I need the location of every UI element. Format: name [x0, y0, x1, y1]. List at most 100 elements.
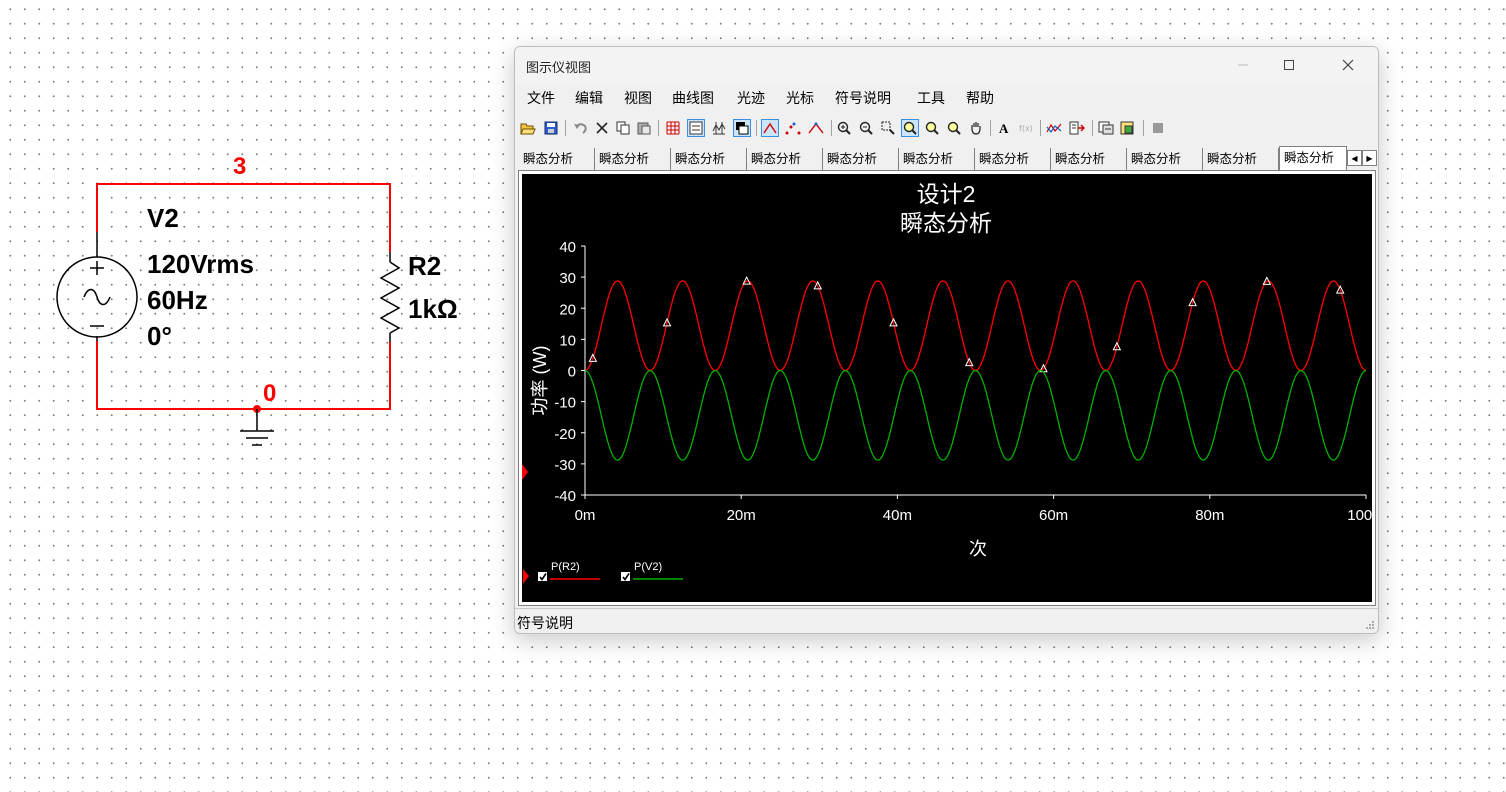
chart-title: 设计2: [917, 181, 976, 207]
x-tick-label: 60m: [1039, 507, 1068, 524]
menu-edit[interactable]: 编辑: [575, 88, 603, 108]
tab-transient-5[interactable]: 瞬态分析: [823, 148, 899, 170]
menu-tools[interactable]: 工具: [917, 88, 945, 108]
show-select-marks-button[interactable]: [761, 119, 779, 137]
zoom-y-icon: [947, 121, 961, 135]
menu-legend[interactable]: 符号说明: [835, 88, 891, 108]
menu-bar: 文件 编辑 视图 曲线图 光迹 光标 符号说明 工具 帮助: [515, 85, 1378, 109]
maximize-button[interactable]: [1266, 47, 1312, 83]
formula-button[interactable]: f(x): [1017, 119, 1035, 137]
tab-transient-1[interactable]: 瞬态分析: [519, 148, 595, 170]
net-label-ground[interactable]: 0: [263, 382, 276, 406]
wire-bottom[interactable]: [96, 341, 391, 410]
tab-transient-9[interactable]: 瞬态分析: [1127, 148, 1203, 170]
arrow-right-icon: ▶: [1366, 153, 1373, 163]
zoom-select-button[interactable]: [879, 119, 897, 137]
tab-transient-7[interactable]: 瞬态分析: [975, 148, 1051, 170]
resistor-value-label[interactable]: 1kΩ: [408, 296, 458, 322]
tab-transient-8[interactable]: 瞬态分析: [1051, 148, 1127, 170]
save-button[interactable]: [542, 119, 560, 137]
y-tick-label: -30: [554, 457, 576, 474]
x-tick-label: 0m: [575, 507, 596, 524]
schematic-canvas[interactable]: 3 0 V2 120Vrms 60Hz 0° R2 1kΩ: [0, 0, 500, 470]
svg-text:A: A: [999, 121, 1009, 135]
tab-transient-10[interactable]: 瞬态分析: [1203, 148, 1279, 170]
show-markers-icon: [808, 122, 824, 134]
tab-scroll-right-button[interactable]: ▶: [1362, 150, 1377, 166]
paste-graph-icon: [1120, 121, 1134, 135]
close-button[interactable]: [1325, 47, 1371, 83]
cursor-icon: [712, 122, 726, 135]
cursor-marker-icon: [522, 464, 528, 480]
open-button[interactable]: [519, 119, 537, 137]
tab-scroll-left-button[interactable]: ◀: [1347, 150, 1362, 166]
grapher-view-window[interactable]: 图示仪视图 文件 编辑 视图 曲线图 光迹 光标 符号说明 工具 帮助 A f(…: [514, 46, 1379, 634]
cursor-button[interactable]: [710, 119, 728, 137]
x-tick-label: 40m: [883, 507, 912, 524]
zoom-x-button[interactable]: [923, 119, 941, 137]
tab-transient-11-active[interactable]: 瞬态分析: [1279, 146, 1347, 170]
y-tick-label: 30: [559, 270, 576, 287]
tab-transient-4[interactable]: 瞬态分析: [747, 148, 823, 170]
menu-cursor[interactable]: 光标: [786, 88, 814, 108]
menu-view[interactable]: 视图: [624, 88, 652, 108]
copy-graph-icon: [1098, 121, 1114, 135]
save-icon: [544, 121, 558, 135]
toolbar: A f(x): [515, 117, 1378, 139]
zoom-out-icon: [859, 121, 873, 135]
overlay-traces-button[interactable]: [1045, 119, 1063, 137]
show-markers-button[interactable]: [807, 119, 825, 137]
grid-button[interactable]: [664, 119, 682, 137]
tab-transient-3[interactable]: 瞬态分析: [671, 148, 747, 170]
minimize-button[interactable]: [1220, 47, 1266, 83]
resistor-symbol[interactable]: [379, 252, 401, 342]
source-voltage-label[interactable]: 120Vrms: [147, 251, 254, 277]
zoom-in-button[interactable]: [835, 119, 853, 137]
ground-symbol[interactable]: [240, 409, 274, 446]
legend-icon: [689, 121, 703, 135]
text-button[interactable]: A: [995, 119, 1013, 137]
menu-help[interactable]: 帮助: [966, 88, 994, 108]
show-data-points-button[interactable]: [784, 119, 802, 137]
overlay-traces-icon: [1046, 123, 1062, 134]
show-data-points-icon: [785, 122, 801, 135]
resistor-name-label[interactable]: R2: [408, 253, 441, 279]
source-frequency-label[interactable]: 60Hz: [147, 287, 208, 313]
chart-subtitle: 瞬态分析: [900, 210, 992, 236]
menu-file[interactable]: 文件: [527, 88, 555, 108]
source-phase-label[interactable]: 0°: [147, 323, 172, 349]
zoom-full-button[interactable]: [901, 119, 919, 137]
stop-button[interactable]: [1149, 119, 1167, 137]
reverse-colors-icon: [736, 122, 749, 135]
wire-top[interactable]: [96, 183, 391, 252]
paste-graph-button[interactable]: [1119, 119, 1137, 137]
y-tick-label: -10: [554, 395, 576, 412]
tab-transient-6[interactable]: 瞬态分析: [899, 148, 975, 170]
close-icon: [1342, 59, 1354, 71]
copy-button[interactable]: [614, 119, 632, 137]
zoom-out-button[interactable]: [857, 119, 875, 137]
copy-graph-button[interactable]: [1097, 119, 1115, 137]
y-tick-label: 40: [559, 239, 576, 256]
tab-transient-2[interactable]: 瞬态分析: [595, 148, 671, 170]
ac-voltage-source-symbol[interactable]: [56, 256, 138, 338]
transient-chart[interactable]: 设计2 瞬态分析 40 30 20 10 0 -10 -20 -30 -40 0m 20m 40m 60m 8…: [522, 174, 1372, 602]
paste-button[interactable]: [635, 119, 653, 137]
y-axis-label: 功率 (W): [530, 346, 550, 416]
menu-trace[interactable]: 光迹: [737, 88, 765, 108]
cut-icon: [596, 122, 608, 134]
legend-button[interactable]: [687, 119, 705, 137]
status-bar: 符号说明: [515, 608, 1378, 633]
cut-button[interactable]: [593, 119, 611, 137]
source-name-label[interactable]: V2: [147, 205, 179, 231]
net-label-top[interactable]: 3: [233, 155, 246, 179]
export-button[interactable]: [1068, 119, 1086, 137]
resize-grip-icon[interactable]: [1365, 620, 1375, 630]
pan-button[interactable]: [967, 119, 985, 137]
undo-button[interactable]: [571, 119, 589, 137]
menu-graph[interactable]: 曲线图: [672, 88, 714, 108]
reverse-colors-button[interactable]: [733, 119, 751, 137]
zoom-y-button[interactable]: [945, 119, 963, 137]
title-bar[interactable]: 图示仪视图: [515, 47, 1378, 83]
graph-plot-area[interactable]: 设计2 瞬态分析 40 30 20 10 0 -10 -20 -30 -40 0m 20m 40m 60m 8…: [522, 174, 1372, 602]
